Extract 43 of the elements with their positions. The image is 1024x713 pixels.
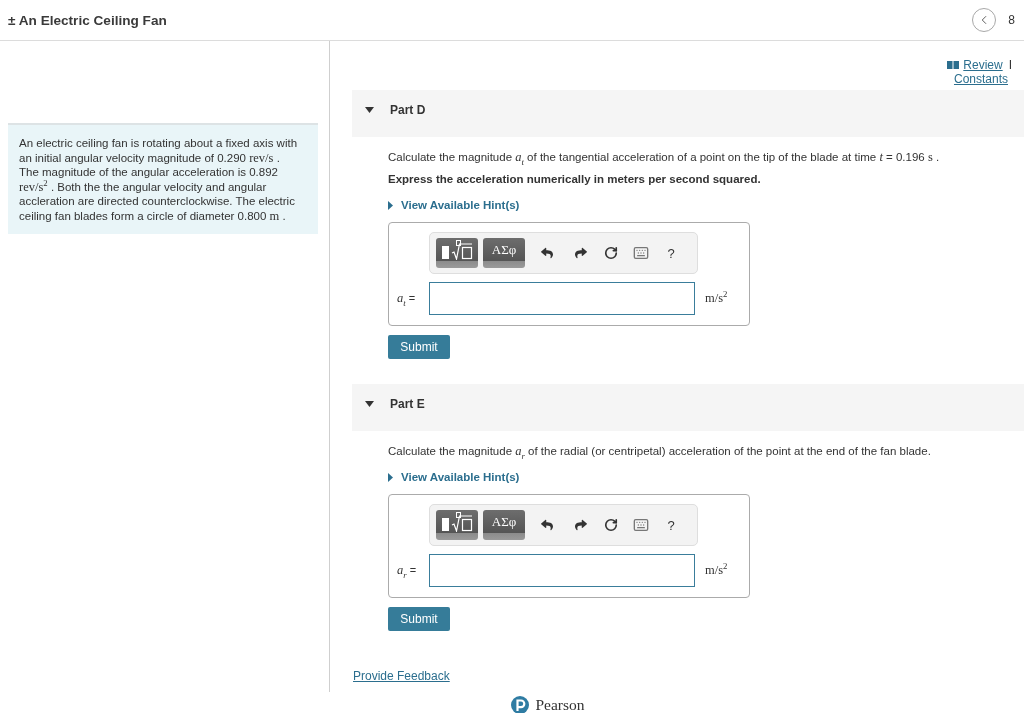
template-icon [441, 512, 473, 532]
page-title: ± An Electric Ceiling Fan [8, 12, 167, 28]
help-button[interactable]: ? [658, 510, 684, 540]
answer-label: a$_{t}$ = [396, 291, 417, 306]
part-toggle[interactable]: Part E [352, 384, 1024, 431]
logo-icon [511, 696, 530, 713]
undo-icon [541, 247, 553, 259]
instruction-text: Express the acceleration numerically in meters per second squared. [388, 172, 761, 186]
caret-icon [388, 200, 393, 210]
templates-button[interactable] [436, 510, 478, 540]
review-link[interactable]: Review [963, 58, 1003, 72]
brand-name: Pearson [535, 696, 585, 713]
help-button[interactable]: ? [658, 238, 684, 268]
constants-link[interactable]: Constants [953, 72, 1008, 86]
redo-icon [575, 519, 587, 531]
answer-input[interactable] [429, 282, 695, 315]
symbols-button[interactable]: ΑΣφ [483, 510, 525, 540]
reset-icon [604, 518, 618, 532]
keyboard-icon [633, 245, 649, 261]
question-text: Calculate the magnitude a$_{r}$ of the radial (or centripetal) acceleration of the point at the end of the fan blade. [388, 444, 931, 458]
answer-label: a$_{r}$ = [396, 563, 418, 578]
feedback-link[interactable]: Provide Feedback [353, 669, 450, 683]
undo-icon [541, 519, 553, 531]
unit-label: m/s$^{2}$ [705, 563, 728, 578]
template-icon [441, 240, 473, 260]
hint-link[interactable]: View Available Hint(s) [388, 470, 520, 484]
keyboard-icon [633, 517, 649, 533]
submit-button[interactable]: Submit [388, 607, 450, 631]
book-icon [947, 61, 960, 69]
symbols-button[interactable]: ΑΣφ [483, 238, 525, 268]
redo-icon [575, 247, 587, 259]
separator-text: I [1008, 58, 1012, 72]
hint-link[interactable]: View Available Hint(s) [388, 198, 520, 212]
part-toggle[interactable]: Part D [352, 90, 1024, 137]
page-counter: 8 [1008, 13, 1015, 27]
submit-button[interactable]: Submit [388, 335, 450, 359]
problem-text: An electric ceiling fan is rotating about a fixed axis with an initial angular velocity magnitude of 0.290 rev/s . The magnitude of the angular acceleration is 0.892 rev/s$^{2}$ . Both the the angular velocity and angular accleration are directed counterclockwise. The electric ceiling fan blades form a circle of diameter 0.800 m . [19, 136, 299, 223]
answer-input[interactable] [429, 554, 695, 587]
templates-button[interactable] [436, 238, 478, 268]
unit-label: m/s$^{2}$ [705, 291, 728, 306]
reset-icon [604, 246, 618, 260]
caret-icon [388, 472, 393, 482]
question-text: Calculate the magnitude a$_{t}$ of the tangential acceleration of a point on the tip of the blade at time t = 0.196 s . [388, 150, 940, 164]
